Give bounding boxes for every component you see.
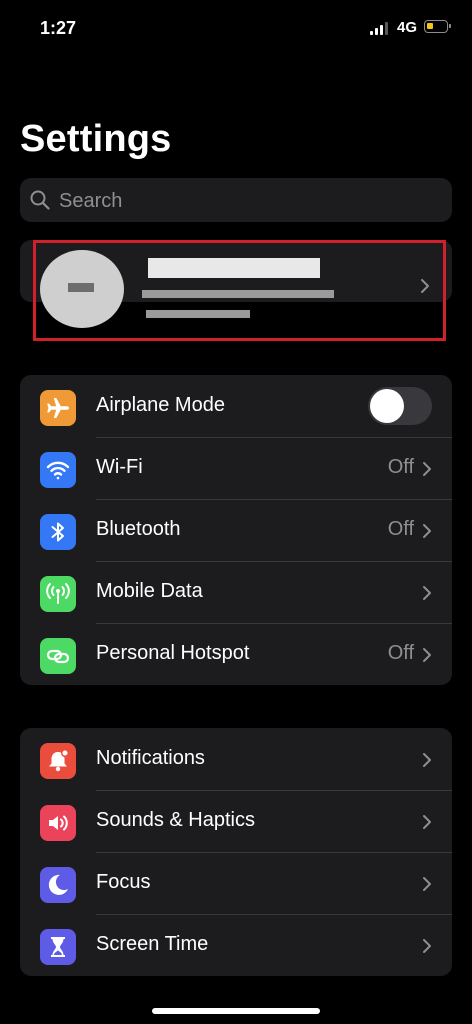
speaker-icon: [40, 805, 76, 841]
bell-icon: [40, 743, 76, 779]
search-placeholder: Search: [59, 190, 123, 212]
row-value: Off: [387, 642, 414, 664]
row-label: Bluetooth: [96, 518, 181, 540]
connectivity-group: Airplane Mode Wi-Fi Off Bluetooth Off Mo…: [20, 375, 452, 685]
status-bar: 1:27 4G: [0, 0, 472, 58]
row-label: Mobile Data: [96, 580, 203, 602]
moon-icon: [40, 867, 76, 903]
airplane-icon: [40, 390, 76, 426]
bluetooth-icon: [40, 514, 76, 550]
chevron-right-icon: [423, 648, 431, 662]
row-focus[interactable]: Focus: [20, 852, 452, 914]
row-label: Screen Time: [96, 933, 209, 955]
chevron-right-icon: [423, 462, 431, 476]
row-bluetooth[interactable]: Bluetooth Off: [20, 499, 452, 561]
chevron-right-icon: [423, 939, 431, 953]
chevron-right-icon: [423, 524, 431, 538]
row-wifi[interactable]: Wi-Fi Off: [20, 437, 452, 499]
highlight-box: [33, 240, 446, 341]
battery-icon: [424, 20, 451, 33]
row-screen-time[interactable]: Screen Time: [20, 914, 452, 976]
row-notifications[interactable]: Notifications: [20, 728, 452, 790]
row-sounds-haptics[interactable]: Sounds & Haptics: [20, 790, 452, 852]
chevron-right-icon: [423, 815, 431, 829]
hotspot-icon: [40, 638, 76, 674]
row-label: Wi-Fi: [96, 456, 143, 478]
profile-subtitle: [0, 0, 1, 1]
row-label: Sounds & Haptics: [96, 809, 255, 831]
row-value: Off: [387, 456, 414, 478]
row-value: Off: [387, 518, 414, 540]
wifi-icon: [40, 452, 76, 488]
row-mobile-data[interactable]: Mobile Data: [20, 561, 452, 623]
chevron-right-icon: [423, 877, 431, 891]
hourglass-icon: [40, 929, 76, 965]
row-label: Focus: [96, 871, 151, 893]
home-indicator[interactable]: [152, 1008, 320, 1014]
row-airplane-mode[interactable]: Airplane Mode: [20, 375, 452, 437]
page-title: Settings: [20, 118, 172, 160]
search-icon: [30, 190, 50, 210]
chevron-right-icon: [423, 753, 431, 767]
network-type: 4G: [397, 19, 418, 36]
row-label: Personal Hotspot: [96, 642, 250, 664]
airplane-mode-toggle[interactable]: [368, 387, 432, 425]
antenna-icon: [40, 576, 76, 612]
search-input[interactable]: Search: [20, 178, 452, 222]
signal-icon: [370, 21, 392, 35]
chevron-right-icon: [423, 586, 431, 600]
row-label: Airplane Mode: [96, 394, 225, 416]
status-time: 1:27: [40, 18, 77, 38]
notifications-group: Notifications Sounds & Haptics Focus Scr…: [20, 728, 452, 976]
row-personal-hotspot[interactable]: Personal Hotspot Off: [20, 623, 452, 685]
row-label: Notifications: [96, 747, 205, 769]
